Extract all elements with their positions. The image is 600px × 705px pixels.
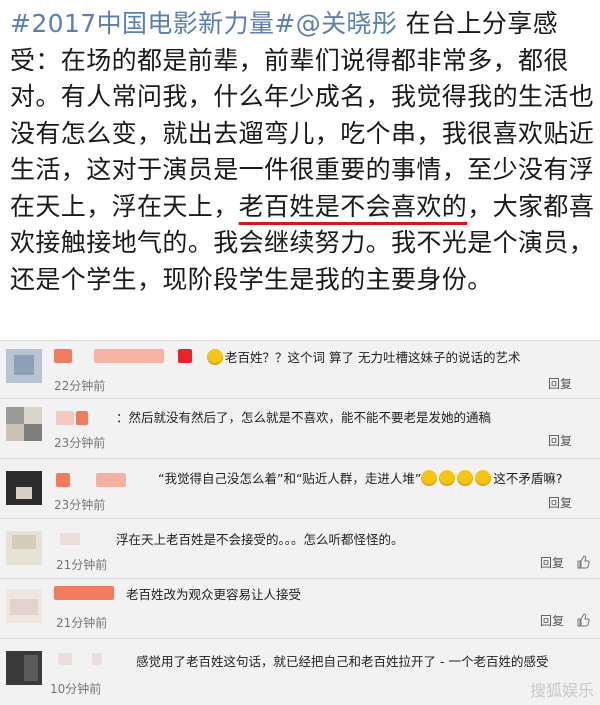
comment-item: 老百姓改为观众更容易让人接受 21分钟前 回复 [0,578,600,638]
comment-time: 10分钟前 [50,682,102,696]
comment-item: 老百姓？？这个词 算了 无力吐槽这妹子的说话的艺术 22分钟前 回复 [0,340,600,400]
comment-text: ：然后就没有然后了，怎么就是不喜欢，能不能不要老是发她的通稿 [116,410,492,425]
comment-time: 21分钟前 [56,558,108,572]
username-redacted[interactable] [54,349,72,363]
avatar[interactable] [6,531,42,565]
emoji-icon [439,470,456,486]
comment-text: 老百姓改为观众更容易让人接受 [126,587,302,602]
comment-time: 23分钟前 [54,436,106,450]
comment-item: 感觉用了老百姓这句话，就已经把自己和老百姓拉开了 - 一个老百姓的感受 10分钟… [0,638,600,705]
comment-item: “我觉得自己没怎么着”和“贴近人群，走进人堆” 这不矛盾嘛? 23分钟前 回复 [0,458,600,518]
like-icon[interactable] [576,612,590,627]
username-redacted[interactable] [58,653,72,665]
avatar[interactable] [6,349,42,383]
comment-text: 浮在天上老百姓是不会接受的。。。怎么听都怪怪的。 [116,532,404,547]
reply-button[interactable]: 回复 [548,375,572,392]
emoji-icon [421,470,438,486]
username-redacted[interactable] [94,349,164,363]
watermark: 搜狐娱乐 [529,681,594,700]
username-redacted[interactable] [60,533,80,545]
post-text: #2017中国电影新力量#@关晓彤 在台上分享感受：在场的都是前辈，前辈们说得都… [10,6,596,298]
avatar[interactable] [6,407,42,441]
weibo-post: #2017中国电影新力量#@关晓彤 在台上分享感受：在场的都是前辈，前辈们说得都… [0,0,600,340]
username-redacted[interactable] [54,586,114,600]
reply-button[interactable]: 回复 [548,432,572,449]
post-underlined-phrase: 老百姓是不会喜欢的 [238,191,468,221]
reply-button[interactable]: 回复 [540,612,564,629]
username-redacted[interactable] [92,653,102,665]
avatar[interactable] [6,651,42,685]
emoji-icon [475,470,492,486]
reply-button[interactable]: 回复 [548,494,572,511]
avatar[interactable] [6,471,42,505]
username-redacted[interactable] [56,411,74,425]
mention-link[interactable]: @关晓彤 [296,9,398,38]
like-icon[interactable] [576,554,590,569]
comment-text: 老百姓？？这个词 算了 无力吐槽这妹子的说话的艺术 [207,347,520,366]
hashtag-link[interactable]: #2017中国电影新力量# [10,9,296,38]
comment-list: 老百姓？？这个词 算了 无力吐槽这妹子的说话的艺术 22分钟前 回复 ：然后就没… [0,340,600,705]
username-redacted[interactable] [76,411,88,425]
comment-time: 22分钟前 [54,379,106,393]
username-redacted[interactable] [96,473,126,487]
comment-item: 浮在天上老百姓是不会接受的。。。怎么听都怪怪的。 21分钟前 回复 [0,518,600,578]
comment-text: 感觉用了老百姓这句话，就已经把自己和老百姓拉开了 - 一个老百姓的感受 [136,654,549,669]
comment-time: 21分钟前 [56,616,108,630]
avatar[interactable] [6,589,42,623]
reply-button[interactable]: 回复 [540,554,564,571]
comment-time: 23分钟前 [54,498,106,512]
username-redacted[interactable] [56,473,70,487]
emoji-icon [207,349,223,365]
username-redacted[interactable] [178,349,192,363]
post-body-a: 在台上分享感受：在场的都是前辈，前辈们说得都非常多，都很对。有人常问我，什么年少… [10,9,595,221]
emoji-icon [457,470,474,486]
comment-text: “我觉得自己没怎么着”和“贴近人群，走进人堆” 这不矛盾嘛? [158,470,563,486]
comment-item: ：然后就没有然后了，怎么就是不喜欢，能不能不要老是发她的通稿 23分钟前 回复 [0,398,600,458]
